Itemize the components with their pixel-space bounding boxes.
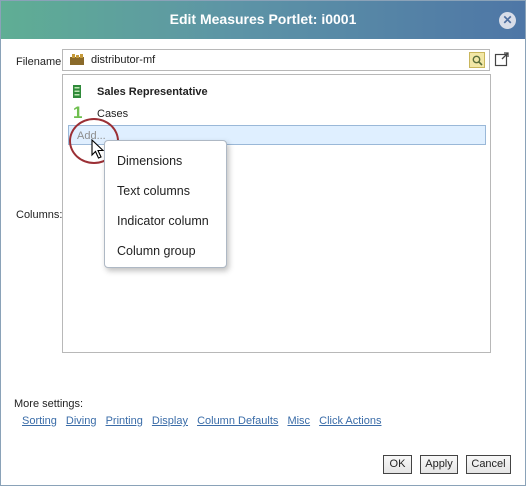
menu-item-text-columns[interactable]: Text columns	[117, 184, 190, 198]
apply-button[interactable]: Apply	[420, 455, 458, 474]
edit-measures-dialog: Edit Measures Portlet: i0001 ✕ Filename:…	[0, 0, 526, 486]
more-settings-label: More settings:	[14, 398, 84, 410]
column-label: Cases	[97, 108, 129, 120]
add-column-placeholder: Add...	[77, 130, 106, 142]
menu-item-indicator-column[interactable]: Indicator column	[117, 214, 209, 228]
columns-label: Columns:	[16, 209, 63, 221]
file-icon	[70, 54, 84, 65]
link-column-defaults[interactable]: Column Defaults	[197, 415, 278, 427]
dialog-title: Edit Measures Portlet: i0001	[169, 11, 357, 27]
link-click-actions[interactable]: Click Actions	[319, 415, 381, 427]
dimension-icon	[73, 85, 81, 98]
link-sorting[interactable]: Sorting	[22, 415, 57, 427]
cancel-button[interactable]: Cancel	[466, 455, 511, 474]
menu-item-dimensions[interactable]: Dimensions	[117, 154, 182, 168]
link-misc[interactable]: Misc	[287, 415, 310, 427]
filename-label: Filename:	[16, 56, 65, 68]
close-icon[interactable]: ✕	[499, 12, 516, 29]
search-icon[interactable]	[469, 52, 485, 68]
link-display[interactable]: Display	[152, 415, 188, 427]
ok-button[interactable]: OK	[383, 455, 412, 474]
measure-number-icon: 1	[73, 103, 83, 122]
filename-value: distributor-mf	[91, 54, 156, 66]
more-settings-links: Sorting Diving Printing Display Column D…	[22, 415, 387, 427]
add-column-menu: Dimensions Text columns Indicator column…	[104, 140, 227, 268]
filename-field[interactable]: distributor-mf	[62, 49, 490, 71]
dialog-titlebar[interactable]: Edit Measures Portlet: i0001 ✕	[1, 1, 525, 39]
menu-item-column-group[interactable]: Column group	[117, 244, 196, 258]
column-label: Sales Representative	[97, 86, 208, 98]
open-external-icon[interactable]	[494, 51, 510, 67]
link-printing[interactable]: Printing	[106, 415, 143, 427]
link-diving[interactable]: Diving	[66, 415, 97, 427]
